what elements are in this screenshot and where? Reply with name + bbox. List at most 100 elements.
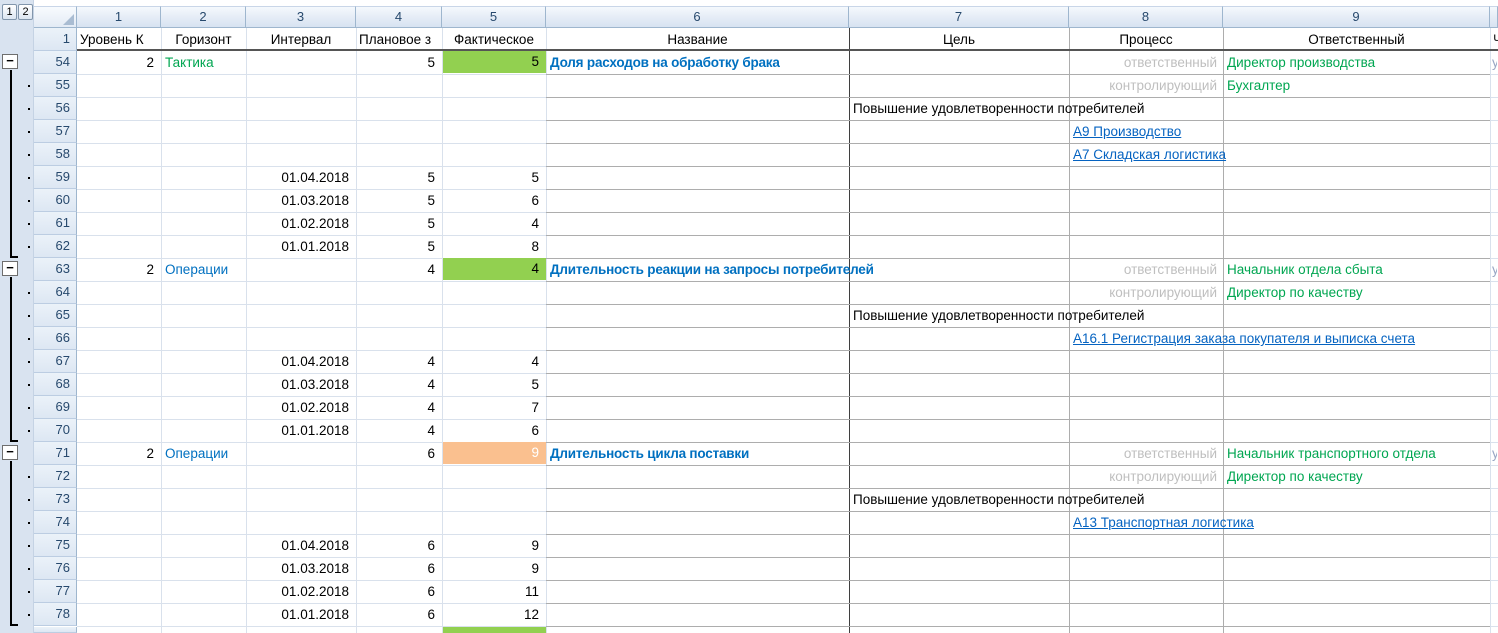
cell[interactable]: Начальник транспортного отдела <box>1223 442 1436 465</box>
cell[interactable]: Повышение удовлетворенности потребителей <box>849 97 1144 120</box>
cell[interactable]: 01.01.2018 <box>246 603 356 626</box>
column-header-6[interactable]: 6 <box>546 6 849 28</box>
cell[interactable]: 6 <box>356 442 442 465</box>
cell[interactable]: 01.04.2018 <box>246 166 356 189</box>
cell[interactable]: Операции <box>161 258 246 281</box>
cell[interactable]: Доля расходов на обработку брака <box>546 51 780 74</box>
row-header[interactable]: 75 <box>34 534 77 557</box>
row-header[interactable]: 62 <box>34 235 77 258</box>
row-header[interactable] <box>34 627 77 633</box>
row-header[interactable]: 57 <box>34 120 77 143</box>
row-header[interactable]: 70 <box>34 419 77 442</box>
column-header-5[interactable]: 5 <box>442 6 546 28</box>
cell[interactable]: 9 <box>443 442 546 464</box>
process-link[interactable]: А7 Складская логистика <box>1069 143 1226 166</box>
cell[interactable]: 6 <box>356 603 442 626</box>
cell[interactable]: ответственный <box>1069 51 1223 74</box>
cell[interactable]: 2 <box>77 258 161 281</box>
row-header[interactable]: 58 <box>34 143 77 166</box>
cell[interactable]: 2 <box>77 442 161 465</box>
cell[interactable]: 5 <box>356 212 442 235</box>
collapse-group-button[interactable]: − <box>2 261 18 276</box>
collapse-group-button[interactable]: − <box>2 445 18 460</box>
column-header-7[interactable]: 7 <box>849 6 1069 28</box>
row-header[interactable]: 54 <box>34 51 77 74</box>
cell[interactable]: 4 <box>442 212 546 235</box>
row-header[interactable]: 77 <box>34 580 77 603</box>
cell[interactable]: 4 <box>356 419 442 442</box>
cell[interactable]: контролирующий <box>1069 465 1223 488</box>
cell[interactable]: Бухгалтер <box>1223 74 1290 97</box>
column-header-1[interactable]: 1 <box>77 6 161 28</box>
row-header[interactable]: 56 <box>34 97 77 120</box>
row-header[interactable]: 74 <box>34 511 77 534</box>
cell[interactable]: 6 <box>356 557 442 580</box>
cell[interactable]: 9 <box>442 557 546 580</box>
cell[interactable]: Директор по качеству <box>1223 281 1363 304</box>
cell[interactable]: Тактика <box>161 51 246 74</box>
cell[interactable]: 4 <box>356 350 442 373</box>
cell[interactable]: Директор производства <box>1223 51 1375 74</box>
cell[interactable]: 4 <box>443 258 546 280</box>
cell[interactable]: 5 <box>442 373 546 396</box>
cell[interactable]: 5 <box>356 51 442 74</box>
cell[interactable]: Повышение удовлетворенности потребителей <box>849 304 1144 327</box>
row-header[interactable]: 68 <box>34 373 77 396</box>
cell[interactable]: 4 <box>356 396 442 419</box>
process-link[interactable]: А9 Производство <box>1069 120 1181 143</box>
cell[interactable]: 4 <box>356 373 442 396</box>
row-header[interactable]: 64 <box>34 281 77 304</box>
cell[interactable]: у <box>1490 258 1497 281</box>
row-header[interactable]: 1 <box>34 28 77 51</box>
cell[interactable]: 2 <box>77 51 161 74</box>
cell[interactable]: Повышение удовлетворенности потребителей <box>849 488 1144 511</box>
cell[interactable]: 01.01.2018 <box>246 235 356 258</box>
cell[interactable]: 6 <box>442 419 546 442</box>
column-header-clipped[interactable] <box>1490 6 1498 28</box>
row-header[interactable]: 61 <box>34 212 77 235</box>
cell[interactable]: 01.04.2018 <box>246 534 356 557</box>
cell[interactable]: 01.02.2018 <box>246 212 356 235</box>
outline-level-2-button[interactable]: 2 <box>18 4 33 20</box>
cell[interactable]: 6 <box>442 189 546 212</box>
cell[interactable]: 4 <box>356 258 442 281</box>
cell[interactable]: 12 <box>442 603 546 626</box>
outline-level-1-button[interactable]: 1 <box>2 4 17 20</box>
row-header[interactable]: 66 <box>34 327 77 350</box>
cell[interactable]: 6 <box>356 580 442 603</box>
cell[interactable]: ответственный <box>1069 442 1223 465</box>
row-header[interactable]: 73 <box>34 488 77 511</box>
cell[interactable]: 5 <box>356 189 442 212</box>
cell[interactable]: ответственный <box>1069 258 1223 281</box>
cell[interactable]: 5 <box>356 235 442 258</box>
cell[interactable]: Длительность цикла поставки <box>546 442 749 465</box>
cell[interactable]: у <box>1490 442 1497 465</box>
cell[interactable]: у <box>1490 51 1497 74</box>
row-header[interactable]: 60 <box>34 189 77 212</box>
column-header-4[interactable]: 4 <box>356 6 442 28</box>
cell[interactable]: 8 <box>442 235 546 258</box>
cell[interactable]: контролирующий <box>1069 281 1223 304</box>
collapse-group-button[interactable]: − <box>2 54 18 69</box>
row-header[interactable]: 55 <box>34 74 77 97</box>
cell[interactable]: 01.01.2018 <box>246 419 356 442</box>
cell[interactable]: 9 <box>442 534 546 557</box>
cell[interactable]: 6 <box>356 534 442 557</box>
cell[interactable]: 01.04.2018 <box>246 350 356 373</box>
row-header[interactable]: 65 <box>34 304 77 327</box>
row-header[interactable]: 72 <box>34 465 77 488</box>
cell[interactable]: 5 <box>442 166 546 189</box>
row-header[interactable]: 78 <box>34 603 77 626</box>
row-header[interactable]: 63 <box>34 258 77 281</box>
row-header[interactable]: 76 <box>34 557 77 580</box>
cell[interactable]: 4 <box>442 350 546 373</box>
cell[interactable]: Длительность реакции на запросы потребит… <box>546 258 874 281</box>
column-header-2[interactable]: 2 <box>161 6 246 28</box>
cell[interactable]: 01.03.2018 <box>246 557 356 580</box>
select-all-button[interactable] <box>34 6 77 28</box>
cell[interactable]: контролирующий <box>1069 74 1223 97</box>
row-header[interactable]: 71 <box>34 442 77 465</box>
cell[interactable]: Начальник отдела сбыта <box>1223 258 1383 281</box>
cell[interactable]: 01.02.2018 <box>246 396 356 419</box>
cell[interactable]: 7 <box>442 396 546 419</box>
